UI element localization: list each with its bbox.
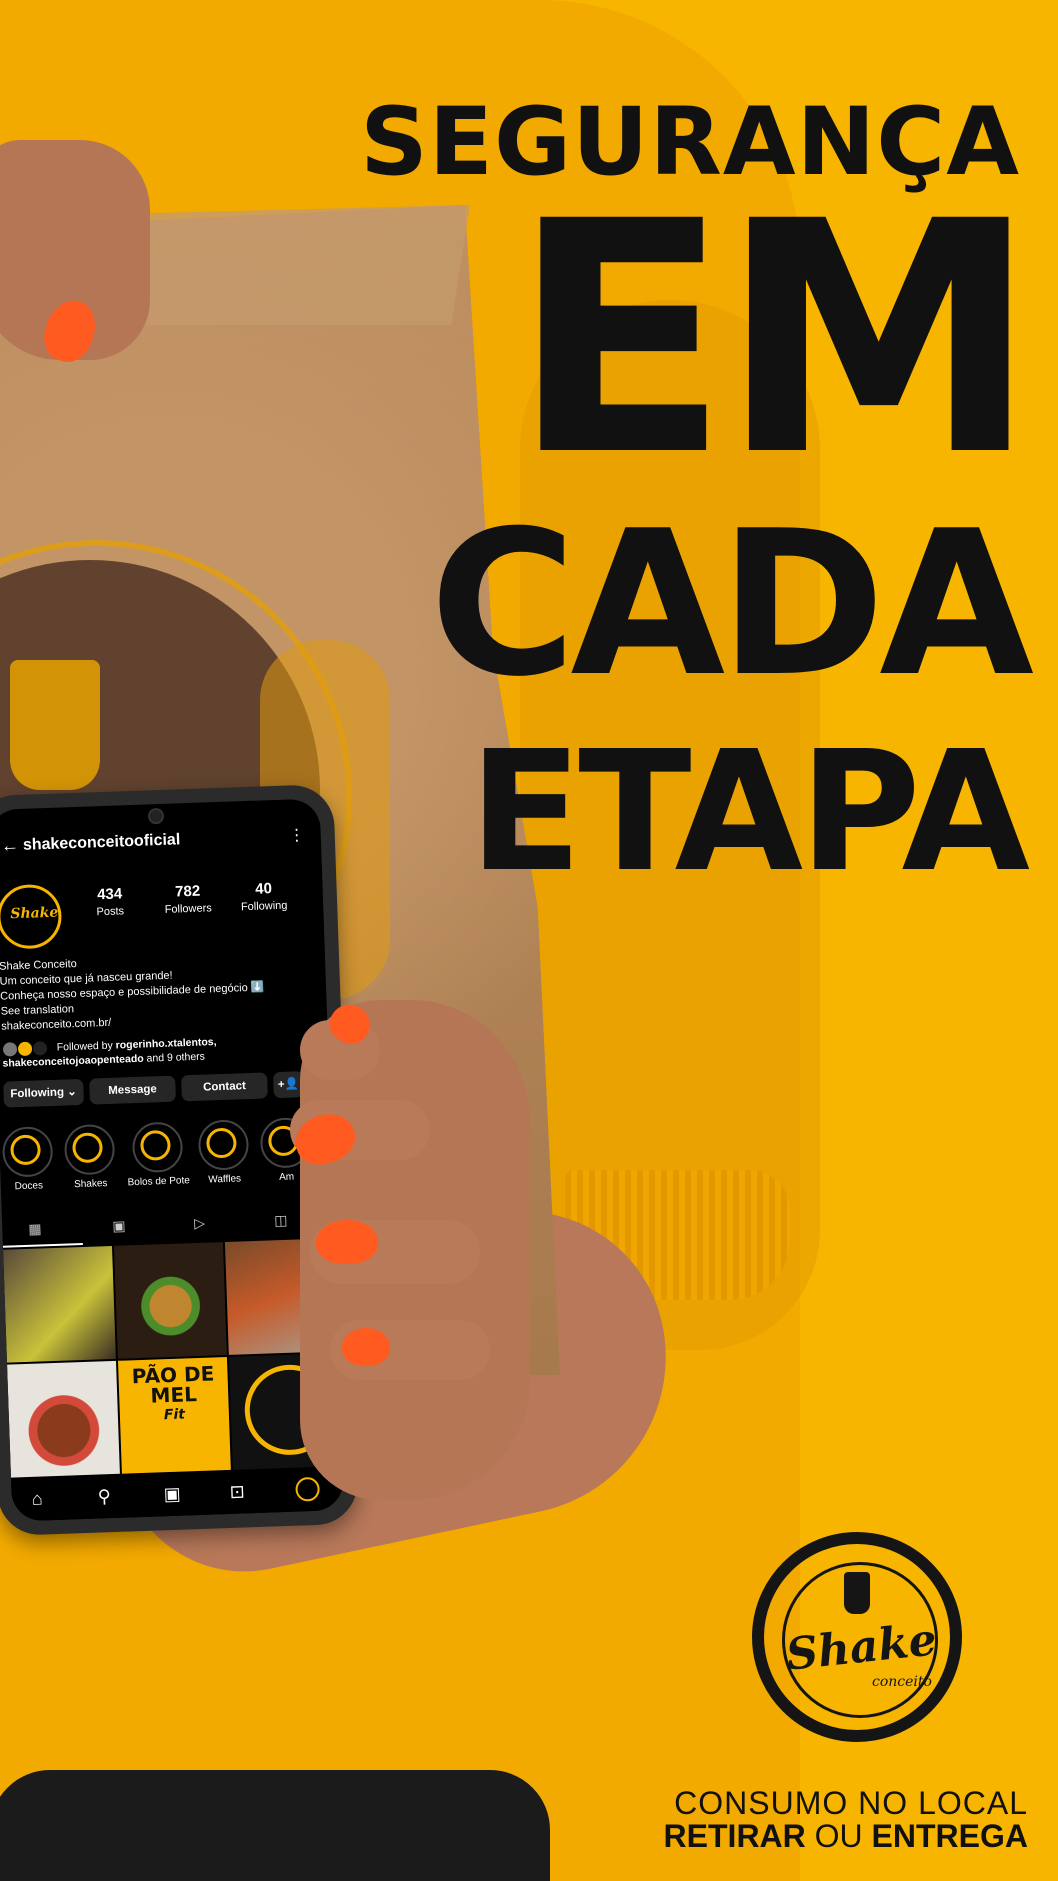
stat-label: Following (240, 899, 288, 914)
mini-avatar (31, 1040, 49, 1057)
posts-grid: PÃO DE MEL Fit (3, 1238, 343, 1479)
highlight-label: Shakes (73, 1178, 108, 1191)
tagline-retirar: RETIRAR (663, 1818, 806, 1854)
headline-line-4: ETAPA (468, 716, 1030, 909)
pao-text-line: Fit (163, 1406, 186, 1424)
front-camera (147, 807, 165, 825)
profile-username: shakeconceitooficial (22, 831, 181, 854)
headline-line-3: CADA (429, 488, 1034, 721)
watermark-letter: TOSH (1024, 743, 1058, 1207)
fingernail (316, 1220, 378, 1264)
highlight-icon (205, 1127, 237, 1159)
arrow-back-icon[interactable]: ← (1, 835, 20, 857)
message-button[interactable]: Message (89, 1075, 176, 1105)
highlight-cover (63, 1123, 116, 1176)
followed-by-prefix: Followed by (56, 1039, 116, 1054)
stat-followers[interactable]: 782 Followers (152, 882, 223, 916)
stat-number: 434 (96, 885, 123, 904)
play-icon[interactable]: ▷ (194, 1215, 205, 1232)
highlight-label: Waffles (208, 1173, 242, 1186)
tagged-icon[interactable]: ◫ (274, 1212, 288, 1229)
watermark-letter: LOGIC (1036, 0, 1058, 369)
profile-bio: Shake Conceito Um conceito que já nasceu… (0, 949, 321, 1035)
cup-icon (844, 1572, 870, 1614)
highlight-icon (139, 1129, 171, 1161)
tagline-consumo: CONSUMO NO LOCAL (674, 1785, 1028, 1821)
post-thumbnail[interactable] (113, 1242, 227, 1359)
instagram-profile-screen: ← shakeconceitooficial ⋮ Shake 434 Posts… (0, 798, 345, 1522)
highlight-waffles[interactable]: Waffles (191, 1119, 257, 1186)
highlight-icon (10, 1134, 42, 1166)
profile-header: ← shakeconceitooficial ⋮ (1, 825, 310, 860)
shake-conceito-logo: Shake conceito (752, 1532, 962, 1742)
profile-action-buttons: Following ⌄ Message Contact +👤 (3, 1070, 324, 1109)
highlight-shakes[interactable]: Shakes (57, 1123, 123, 1191)
bag-cup-graphic (10, 660, 100, 790)
tagline-retirar-entrega: RETIRAR OU ENTREGA (664, 1818, 1028, 1855)
stat-number: 782 (174, 882, 201, 901)
stat-posts[interactable]: 434 Posts (74, 885, 145, 919)
headline-line-2: EM (510, 154, 1038, 526)
ad-poster: LOGIC TOSH SEGURANÇA EM CADA ETAPA ← sha… (0, 0, 1058, 1881)
grid-icon[interactable]: ▦ (28, 1220, 42, 1237)
followed-by[interactable]: Followed by rogerinho.xtalentos, shakeco… (1, 1030, 323, 1070)
mini-avatar (1, 1041, 19, 1058)
shop-icon[interactable]: ⊡ (229, 1481, 245, 1503)
mini-avatar (16, 1040, 34, 1058)
stat-following[interactable]: 40 Following (228, 879, 299, 913)
highlight-cover (131, 1121, 184, 1174)
reels-icon[interactable]: ▣ (163, 1484, 181, 1506)
post-thumbnail-pao-de-mel[interactable]: PÃO DE MEL Fit (117, 1356, 231, 1474)
highlight-cover (1, 1125, 54, 1178)
stat-label: Followers (164, 902, 212, 916)
highlight-bolos-de-pote[interactable]: Bolos de Pote (125, 1121, 191, 1188)
followed-by-suffix: and 9 others (143, 1050, 206, 1065)
highlight-label: Doces (14, 1180, 44, 1193)
reels-icon[interactable]: ▣ (112, 1217, 126, 1234)
post-thumbnail[interactable] (7, 1360, 120, 1478)
highlight-cover (197, 1119, 250, 1171)
highlight-label: Bolos de Pote (127, 1175, 191, 1189)
post-thumbnail[interactable] (3, 1245, 116, 1363)
avatar[interactable]: Shake (0, 883, 63, 950)
search-icon[interactable]: ⚲ (97, 1486, 111, 1507)
home-icon[interactable]: ⌂ (31, 1489, 43, 1510)
contact-button[interactable]: Contact (181, 1072, 268, 1102)
fingernail (342, 1328, 390, 1366)
profile-icon[interactable] (295, 1476, 320, 1502)
stat-label: Posts (96, 905, 125, 919)
jeans (0, 1770, 550, 1881)
tagline-ou: OU (805, 1818, 872, 1854)
highlight-doces[interactable]: Doces (0, 1125, 61, 1193)
stat-number: 40 (254, 880, 273, 898)
highlight-icon (72, 1132, 104, 1164)
tagline-entrega: ENTREGA (871, 1818, 1028, 1854)
more-vertical-icon[interactable]: ⋮ (288, 825, 305, 846)
avatar-logo-text: Shake (10, 904, 59, 923)
following-button[interactable]: Following ⌄ (3, 1078, 85, 1108)
logo-subtitle: conceito (872, 1674, 932, 1690)
